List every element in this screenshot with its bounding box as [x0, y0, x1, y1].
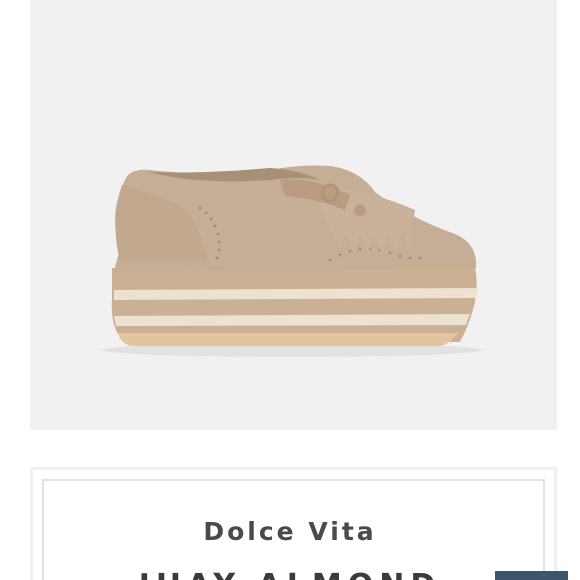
- action-button[interactable]: [495, 571, 568, 580]
- shoe-illustration: [102, 165, 482, 357]
- product-name: JHAY ALMOND: [0, 568, 580, 580]
- product-listing-page: Dolce Vita JHAY ALMOND: [0, 0, 580, 580]
- product-image[interactable]: [30, 0, 557, 430]
- brand-name[interactable]: Dolce Vita: [0, 517, 580, 546]
